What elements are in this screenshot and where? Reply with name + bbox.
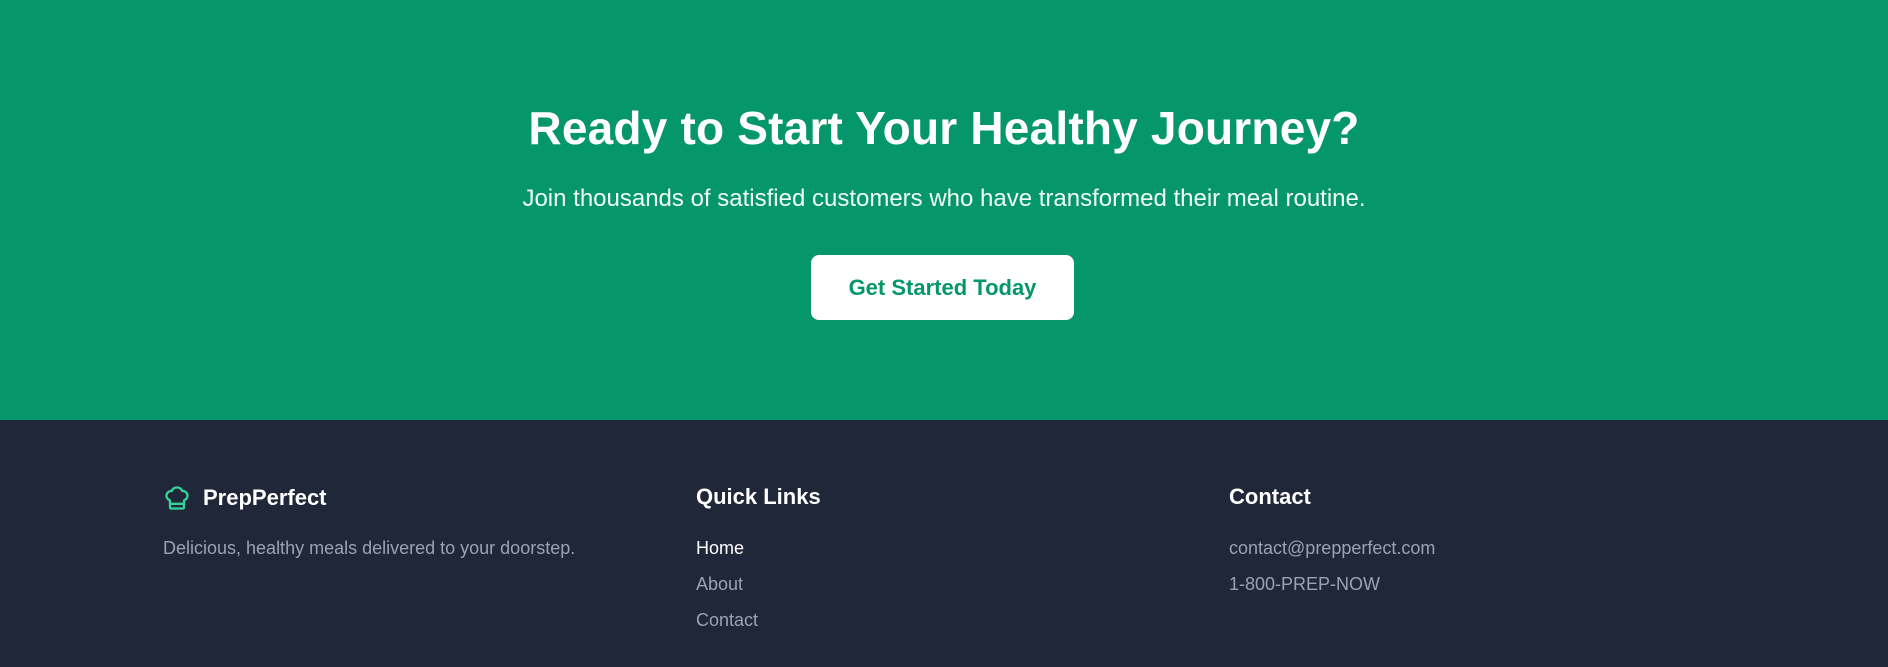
footer-link-contact[interactable]: Contact — [696, 610, 758, 630]
list-item: Contact — [696, 609, 758, 645]
cta-section: Ready to Start Your Healthy Journey? Joi… — [0, 0, 1888, 420]
footer-link-home[interactable]: Home — [696, 538, 744, 558]
contact-phone: 1-800-PREP-NOW — [1229, 574, 1381, 594]
contact-email: contact@prepperfect.com — [1229, 538, 1436, 558]
contact-heading: Contact — [1229, 484, 1311, 509]
brand-logo[interactable]: PrepPerfect — [163, 484, 327, 512]
brand-name: PrepPerfect — [203, 485, 327, 510]
footer-link-about[interactable]: About — [696, 574, 743, 594]
list-item: About — [696, 573, 758, 609]
cta-title: Ready to Start Your Healthy Journey? — [528, 102, 1360, 154]
chef-hat-icon — [165, 486, 189, 510]
page: Ready to Start Your Healthy Journey? Joi… — [0, 0, 1888, 667]
list-item: Home — [696, 537, 758, 573]
footer: PrepPerfect Delicious, healthy meals del… — [0, 420, 1888, 667]
quick-links-heading: Quick Links — [696, 484, 821, 509]
brand-tagline: Delicious, healthy meals delivered to yo… — [163, 538, 576, 558]
contact-list: contact@prepperfect.com 1-800-PREP-NOW — [1229, 537, 1435, 609]
get-started-button[interactable]: Get Started Today — [811, 255, 1074, 320]
quick-links-list: Home About Contact — [696, 537, 758, 645]
cta-subtitle: Join thousands of satisfied customers wh… — [522, 185, 1366, 212]
